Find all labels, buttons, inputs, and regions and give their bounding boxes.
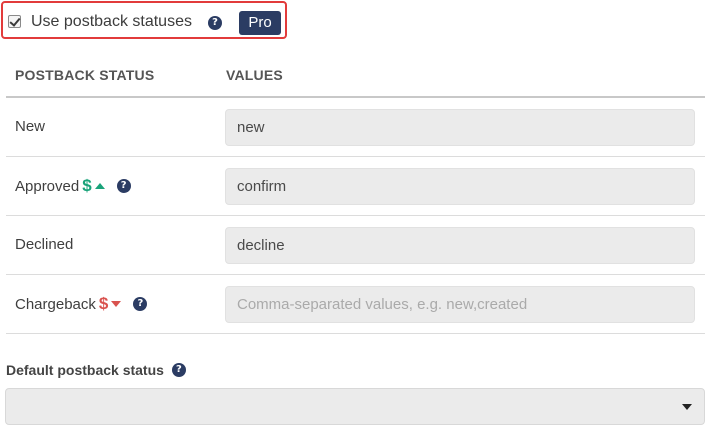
question-circle-icon[interactable]: ? xyxy=(208,16,222,30)
question-circle-icon[interactable]: ? xyxy=(171,363,186,377)
header-postback-status: POSTBACK STATUS xyxy=(15,67,155,83)
status-label: Declined xyxy=(15,236,74,253)
use-postback-group: Use postback statuses ? Pro xyxy=(1,1,287,39)
row-label-chargeback: Chargeback $ ? xyxy=(15,294,148,314)
value-input-chargeback[interactable] xyxy=(225,286,695,323)
default-postback-label: Default postback status ? xyxy=(6,362,186,378)
dollar-up-indicator: $ xyxy=(82,176,92,195)
default-postback-select[interactable] xyxy=(5,388,705,425)
value-input-approved[interactable] xyxy=(225,168,695,205)
row-label-declined: Declined xyxy=(15,236,73,253)
header-values: VALUES xyxy=(226,67,283,83)
row-divider xyxy=(6,156,705,157)
question-circle-icon[interactable]: ? xyxy=(116,179,131,193)
value-input-declined[interactable] xyxy=(225,227,695,264)
use-postback-checkbox[interactable] xyxy=(8,15,21,28)
pro-badge: Pro xyxy=(239,11,281,35)
use-postback-label[interactable]: Use postback statuses xyxy=(31,13,192,31)
status-label: Chargeback xyxy=(15,295,96,313)
row-label-approved: Approved $ ? xyxy=(15,176,131,196)
default-postback-label-text: Default postback status xyxy=(6,362,164,378)
value-input-new[interactable] xyxy=(225,109,695,146)
caret-up-icon xyxy=(94,183,105,189)
row-divider xyxy=(6,333,705,334)
row-divider xyxy=(6,215,705,216)
header-divider xyxy=(6,96,705,98)
status-label: New xyxy=(15,118,46,135)
status-label: Approved xyxy=(15,177,80,195)
caret-down-icon xyxy=(111,301,122,307)
chevron-down-icon[interactable] xyxy=(682,404,692,410)
row-divider xyxy=(6,274,705,275)
question-circle-icon[interactable]: ? xyxy=(133,297,148,311)
dollar-down-indicator: $ xyxy=(98,294,109,313)
row-label-new: New xyxy=(15,118,45,135)
